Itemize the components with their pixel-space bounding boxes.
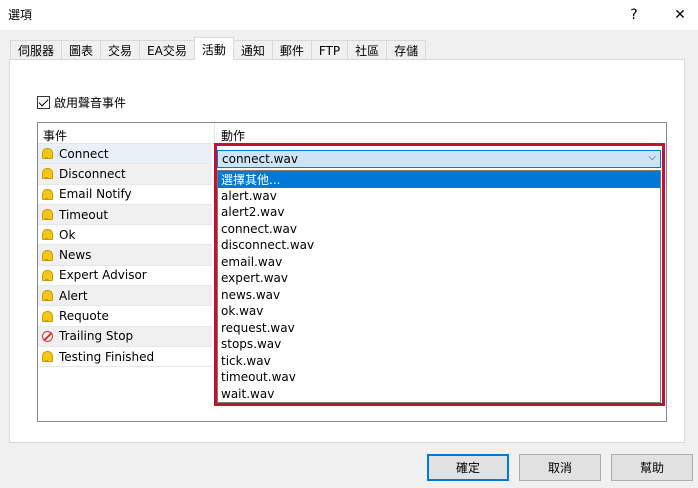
close-button[interactable]: ✕ — [660, 0, 698, 30]
bell-icon — [42, 188, 53, 200]
event-row-requote[interactable]: Requote — [38, 306, 212, 327]
bell-icon — [42, 310, 53, 322]
bell-icon — [42, 290, 53, 302]
column-divider[interactable] — [214, 123, 215, 144]
cancel-button[interactable]: 取消 — [519, 454, 601, 481]
list-header: 事件 動作 — [38, 123, 666, 144]
enable-sound-row[interactable]: 啟用聲音事件 — [37, 94, 126, 111]
bell-icon — [42, 148, 53, 160]
bell-icon — [42, 229, 53, 241]
column-header-event[interactable]: 事件 — [43, 127, 67, 144]
option-connect-wav[interactable]: connect.wav — [218, 221, 660, 238]
tab-events[interactable]: 活動 — [193, 37, 234, 60]
ok-button[interactable]: 確定 — [427, 454, 509, 481]
event-row-ok[interactable]: Ok — [38, 225, 212, 246]
option-alert2-wav[interactable]: alert2.wav — [218, 204, 660, 221]
tab-strip: 伺服器 圖表 交易 EA交易 活動 通知 郵件 FTP 社區 存儲 — [10, 37, 427, 60]
window-title: 選項 — [8, 8, 33, 22]
sound-file-dropdown: 選擇其他... alert.wav alert2.wav connect.wav… — [217, 170, 661, 403]
option-tick-wav[interactable]: tick.wav — [218, 353, 660, 370]
event-label: Email Notify — [59, 187, 132, 202]
option-ok-wav[interactable]: ok.wav — [218, 303, 660, 320]
event-label: Connect — [59, 146, 109, 161]
tab-email[interactable]: 郵件 — [271, 40, 312, 60]
tab-notifications[interactable]: 通知 — [232, 40, 273, 60]
event-label: Testing Finished — [59, 349, 155, 364]
event-rows: Connect Disconnect Email Notify Timeout … — [38, 144, 214, 368]
event-row-alert[interactable]: Alert — [38, 286, 212, 307]
option-email-wav[interactable]: email.wav — [218, 254, 660, 271]
tab-storage[interactable]: 存儲 — [386, 40, 427, 60]
event-row-news[interactable]: News — [38, 245, 212, 266]
event-row-timeout[interactable]: Timeout — [38, 204, 212, 226]
option-news-wav[interactable]: news.wav — [218, 287, 660, 304]
combobox-value: connect.wav — [222, 152, 298, 166]
event-label: Timeout — [59, 207, 109, 222]
option-request-wav[interactable]: request.wav — [218, 320, 660, 337]
sound-file-combobox[interactable]: connect.wav ⌵ — [217, 150, 661, 168]
event-row-connect[interactable]: Connect — [38, 144, 212, 165]
event-label: Expert Advisor — [59, 268, 147, 283]
enable-sound-checkbox[interactable] — [37, 96, 50, 109]
option-choose-other[interactable]: 選擇其他... — [218, 171, 660, 188]
column-header-action[interactable]: 動作 — [221, 127, 245, 144]
title-bar: 選項 ? ✕ — [0, 0, 698, 30]
bell-icon — [42, 209, 53, 221]
event-row-disconnect[interactable]: Disconnect — [38, 164, 212, 185]
event-label: Alert — [59, 288, 88, 303]
event-row-email-notify[interactable]: Email Notify — [38, 185, 212, 205]
bell-icon — [42, 249, 53, 261]
option-timeout-wav[interactable]: timeout.wav — [218, 369, 660, 386]
help-dialog-button[interactable]: 幫助 — [611, 454, 693, 481]
event-label: News — [59, 248, 92, 263]
tab-expert-advisors[interactable]: EA交易 — [139, 40, 195, 60]
tab-trade[interactable]: 交易 — [100, 40, 141, 60]
event-label: Ok — [59, 227, 76, 242]
event-row-testing-finished[interactable]: Testing Finished — [38, 347, 212, 368]
tab-community[interactable]: 社區 — [347, 40, 388, 60]
enable-sound-label: 啟用聲音事件 — [54, 96, 127, 110]
option-wait-wav[interactable]: wait.wav — [218, 386, 660, 403]
option-disconnect-wav[interactable]: disconnect.wav — [218, 237, 660, 254]
event-label: Disconnect — [59, 166, 126, 181]
bell-icon — [42, 351, 53, 363]
bell-icon — [42, 168, 53, 180]
option-alert-wav[interactable]: alert.wav — [218, 188, 660, 205]
tab-server[interactable]: 伺服器 — [10, 40, 63, 60]
disabled-icon — [42, 330, 53, 342]
event-row-trailing-stop[interactable]: Trailing Stop — [38, 326, 212, 347]
help-button[interactable]: ? — [614, 0, 654, 30]
tab-charts[interactable]: 圖表 — [61, 40, 102, 60]
option-stops-wav[interactable]: stops.wav — [218, 336, 660, 353]
event-row-expert-advisor[interactable]: Expert Advisor — [38, 266, 212, 287]
tab-ftp[interactable]: FTP — [310, 40, 349, 60]
bell-icon — [42, 269, 53, 281]
event-label: Requote — [59, 309, 109, 324]
chevron-down-icon[interactable]: ⌵ — [648, 152, 656, 163]
event-label: Trailing Stop — [59, 329, 134, 344]
option-expert-wav[interactable]: expert.wav — [218, 270, 660, 287]
